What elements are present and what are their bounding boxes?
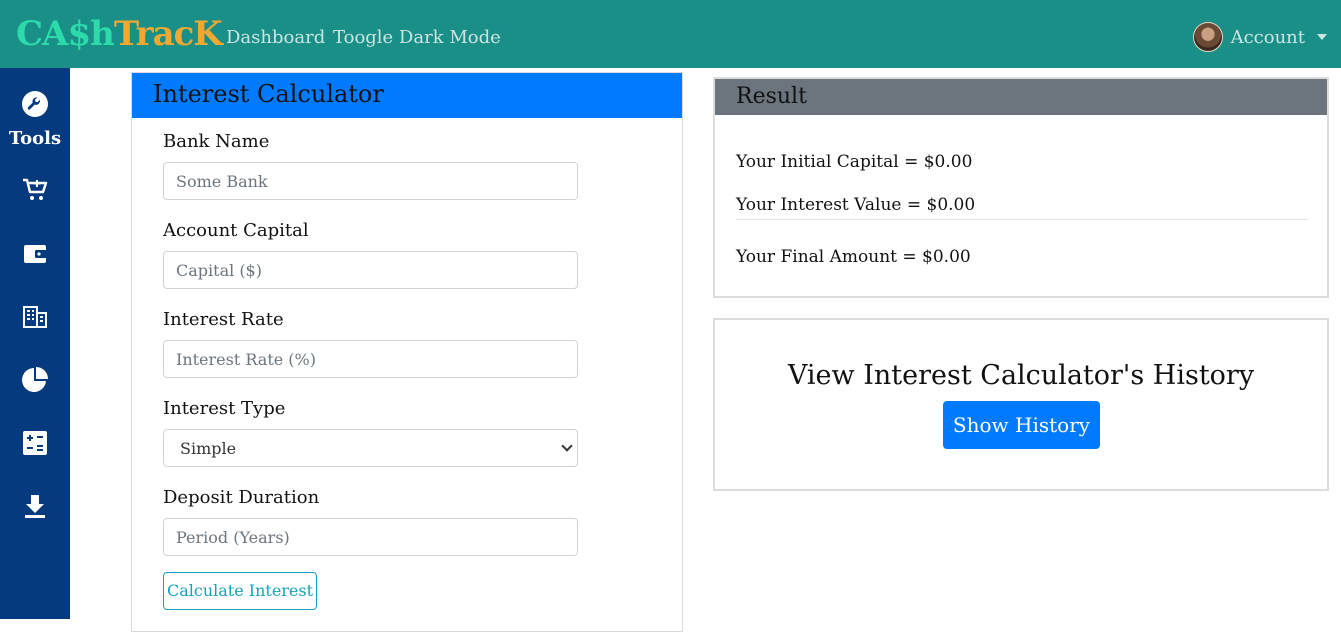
interest-calculator-card: Interest Calculator Bank Name Account Ca… <box>131 72 683 632</box>
history-title: View Interest Calculator's History <box>787 360 1255 391</box>
account-capital-label: Account Capital <box>163 220 309 241</box>
deposit-duration-label: Deposit Duration <box>163 487 320 508</box>
sidebar-tools-label: Tools <box>8 128 62 149</box>
caret-down-icon <box>1317 34 1327 40</box>
building-icon <box>23 306 47 328</box>
account-dropdown[interactable]: Account <box>1192 22 1327 52</box>
interest-value-text: Your Interest Value = $0.00 <box>736 195 976 215</box>
calculate-interest-button[interactable]: Calculate Interest <box>163 572 317 610</box>
account-label: Account <box>1230 26 1305 48</box>
nav-dark-mode-toggle[interactable]: Toogle Dark Mode <box>333 27 501 48</box>
sidebar-item-wallet[interactable] <box>0 240 70 268</box>
final-amount-text: Your Final Amount = $0.00 <box>736 247 971 267</box>
bank-name-input[interactable] <box>163 162 578 200</box>
brand-part-2: TracK <box>113 14 223 54</box>
bank-name-label: Bank Name <box>163 131 270 152</box>
wrench-icon <box>22 91 48 117</box>
account-capital-input[interactable] <box>163 251 578 289</box>
cart-add-icon <box>23 178 48 200</box>
sidebar-item-cart[interactable] <box>0 176 70 204</box>
pie-chart-icon <box>22 367 48 392</box>
history-card: View Interest Calculator's History Show … <box>713 318 1329 491</box>
calculator-icon <box>23 431 47 455</box>
interest-type-select[interactable]: Simple <box>163 429 578 467</box>
interest-rate-input[interactable] <box>163 340 578 378</box>
brand-part-1: CA$h <box>16 14 115 54</box>
sidebar-item-building[interactable] <box>0 303 70 331</box>
sidebar: Tools <box>0 68 70 619</box>
interest-rate-label: Interest Rate <box>163 309 284 330</box>
interest-type-label: Interest Type <box>163 398 286 419</box>
show-history-button[interactable]: Show History <box>943 401 1100 449</box>
avatar <box>1192 22 1223 52</box>
initial-capital-text: Your Initial Capital = $0.00 <box>736 152 973 172</box>
sidebar-item-chart[interactable] <box>0 366 70 394</box>
wallet-icon <box>24 245 47 263</box>
sidebar-item-tools[interactable] <box>0 90 70 118</box>
sidebar-item-calculator[interactable] <box>0 429 70 457</box>
deposit-duration-input[interactable] <box>163 518 578 556</box>
result-divider <box>736 219 1308 220</box>
calculator-header: Interest Calculator <box>132 73 682 118</box>
result-card: Result Your Initial Capital = $0.00 Your… <box>713 77 1329 298</box>
top-navbar: CA$hTracK Dashboard Toogle Dark Mode Acc… <box>0 0 1341 68</box>
interest-type-value: Simple <box>180 439 237 458</box>
chevron-down-icon <box>561 440 573 452</box>
download-icon <box>25 495 45 518</box>
result-header: Result <box>715 79 1327 115</box>
sidebar-item-download[interactable] <box>0 492 70 520</box>
nav-dashboard-link[interactable]: Dashboard <box>226 27 325 48</box>
brand-logo[interactable]: CA$hTracK <box>16 14 223 54</box>
